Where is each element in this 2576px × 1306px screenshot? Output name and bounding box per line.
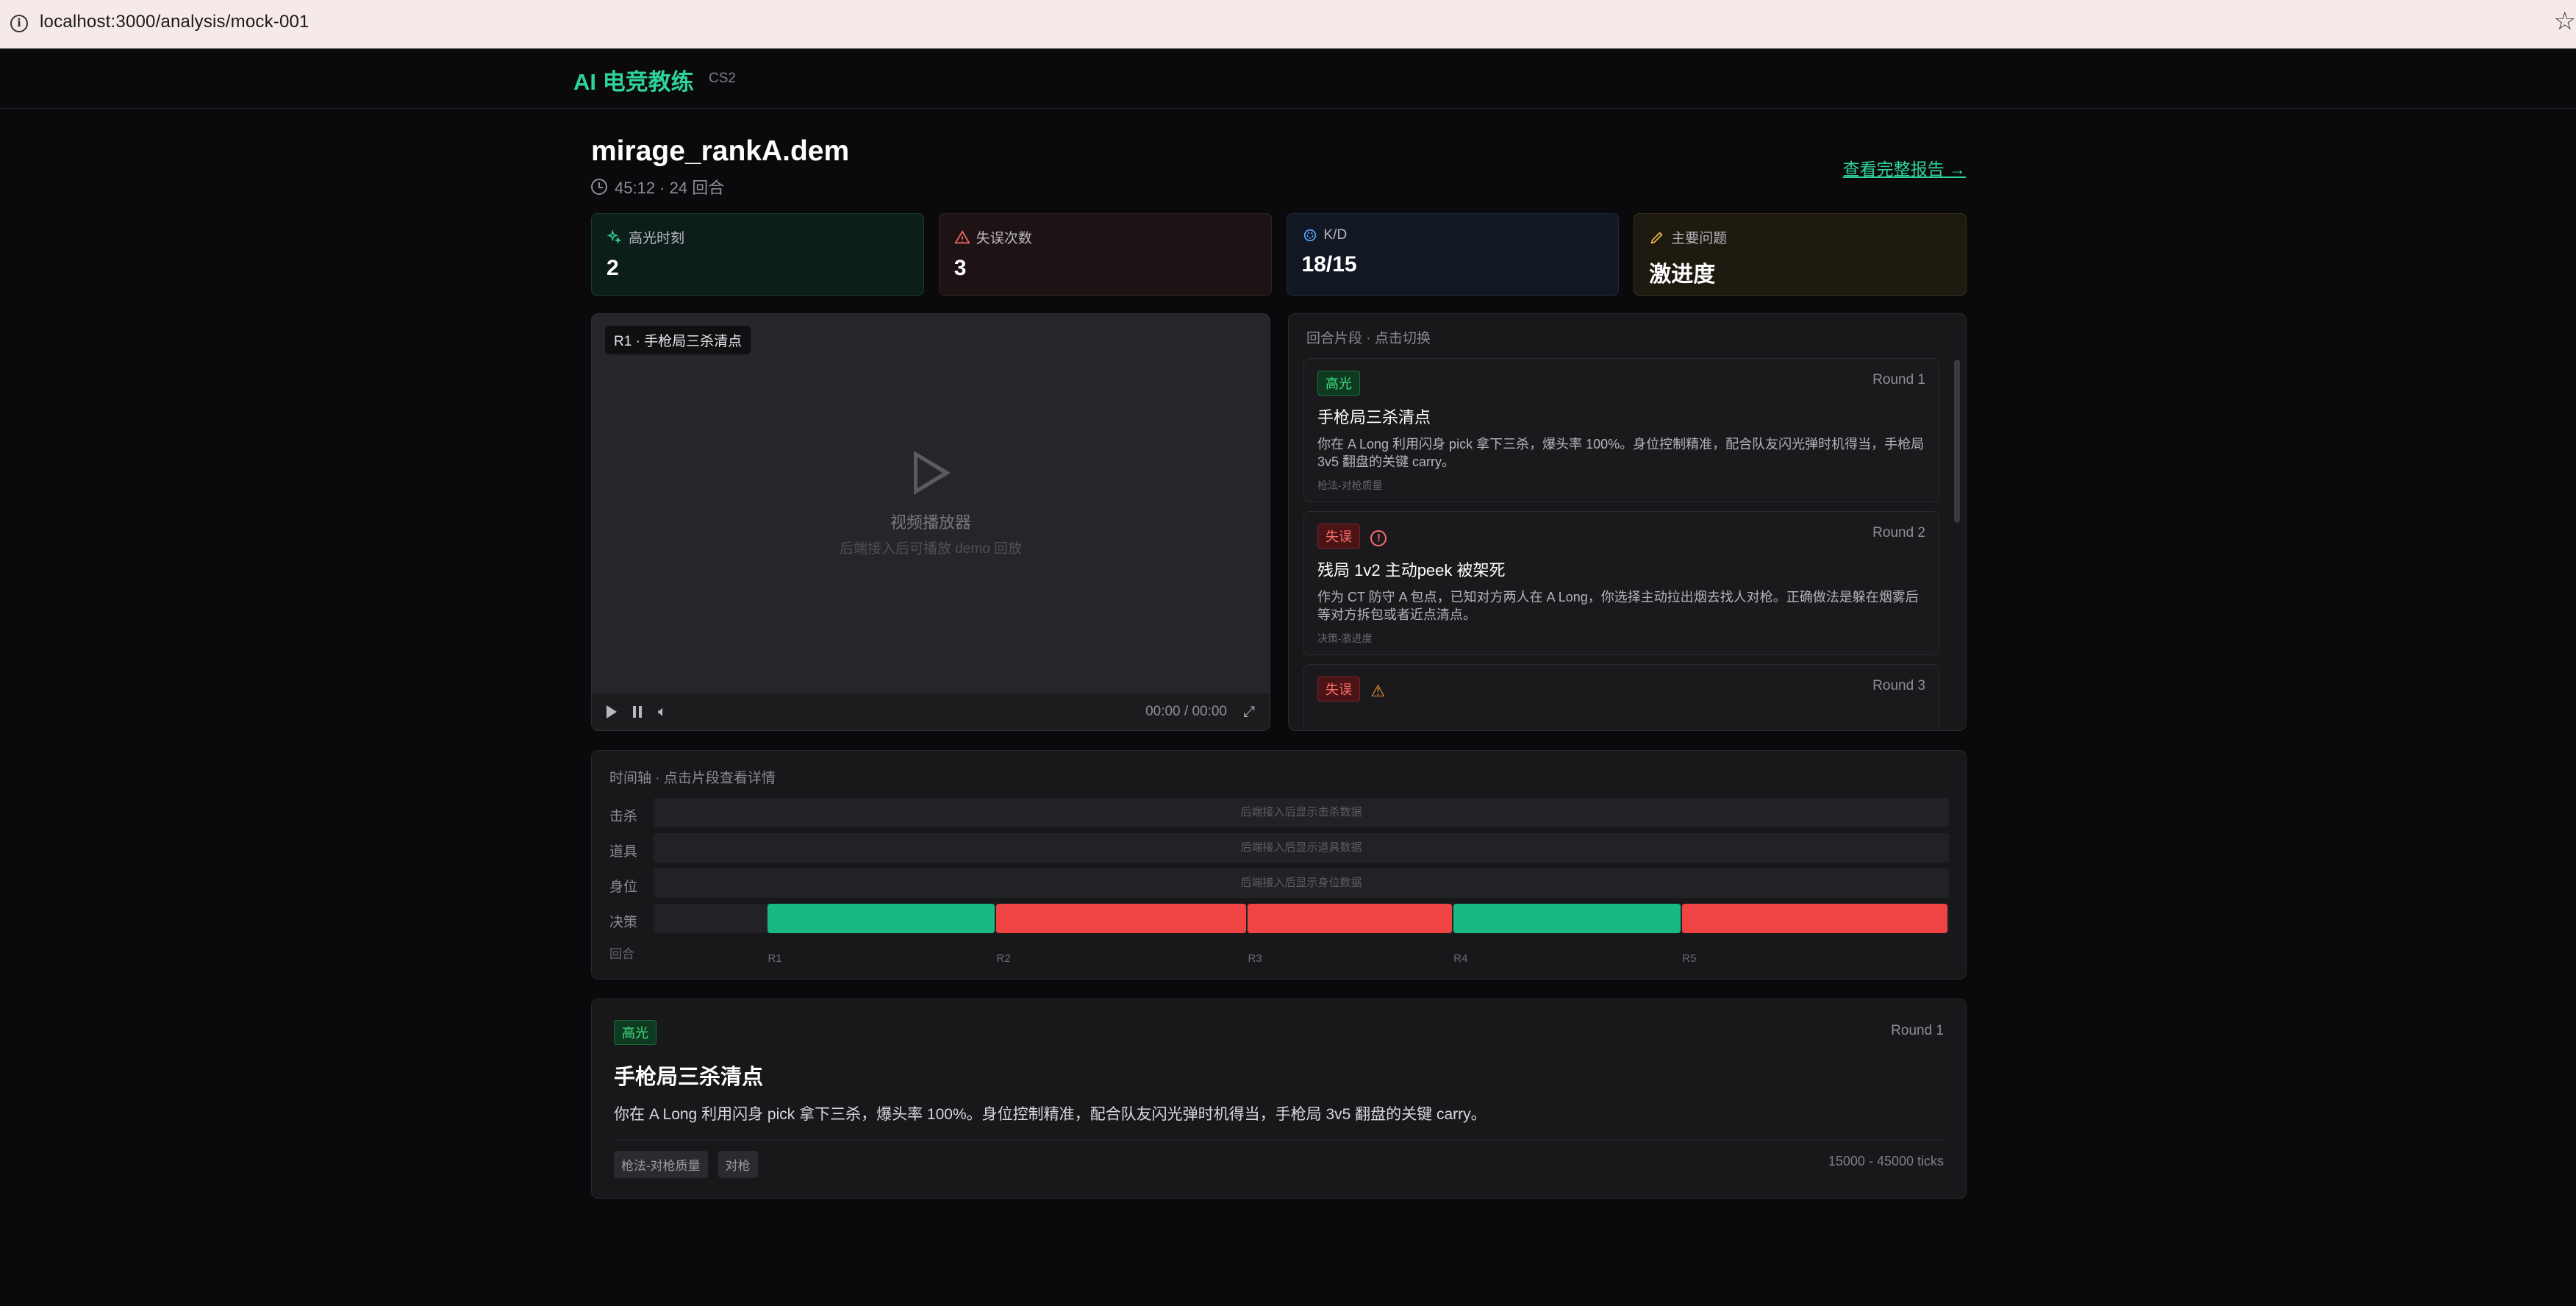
timeline-track-position[interactable]: 后端接入后显示身位数据 [654, 868, 1949, 898]
detail-description: 你在 A Long 利用闪身 pick 拿下三杀，爆头率 100%。身位控制精准… [614, 1106, 1486, 1123]
match-meta: 45:12 · 24 回合 [591, 175, 724, 199]
volume-icon[interactable]: 🔈︎ [658, 704, 667, 721]
pencil-icon [1650, 231, 1663, 243]
play-icon[interactable] [607, 705, 617, 718]
timeline-round-label: R2 [996, 952, 1011, 965]
timeline-round-label: R1 [768, 952, 782, 965]
timeline-segment-r1[interactable] [768, 904, 995, 933]
stat-card-mistakes: 失误次数 3 [938, 213, 1272, 296]
stat-value: 激进度 [1649, 263, 1716, 287]
match-meta-text: 45:12 · 24 回合 [615, 179, 725, 197]
app-header: AI 电竞教练 CS2 [0, 49, 2576, 109]
clips-scrollbar[interactable] [1954, 360, 1960, 523]
warning-icon: ⚠ [1370, 681, 1386, 700]
timeline-header: 时间轴 · 点击片段查看详情 [609, 771, 776, 786]
clips-header: 回合片段 · 点击切换 [1306, 331, 1431, 346]
video-time: 00:00 / 00:00 [1145, 704, 1227, 719]
video-controls: 🔈︎ 00:00 / 00:00 ⤢ [592, 693, 1270, 730]
tag-chip[interactable]: 对枪 [718, 1151, 758, 1178]
stat-card-kd: K/D 18/15 [1286, 213, 1620, 296]
clip-tag: 决策-激进度 [1317, 632, 1373, 644]
stat-label: 主要问题 [1671, 231, 1728, 246]
pause-icon[interactable] [633, 706, 642, 718]
timeline-row-label-kills: 击杀 [609, 809, 638, 824]
stat-value: 3 [954, 256, 967, 280]
fullscreen-icon[interactable]: ⤢ [1243, 704, 1255, 721]
page-title: mirage_rankA.dem [591, 135, 850, 167]
timeline-row-label-round: 回合 [609, 947, 634, 961]
clip-card[interactable]: 失误 ⚠ Round 3 [1303, 664, 1939, 730]
stat-card-main-issue: 主要问题 激进度 [1634, 213, 1967, 296]
bookmark-star-icon[interactable]: ☆ [2554, 9, 2576, 34]
timeline-segment-r3[interactable] [1248, 904, 1453, 933]
clip-round: Round 3 [1872, 678, 1925, 693]
stat-label: 失误次数 [976, 231, 1032, 246]
highlight-badge: 高光 [1317, 371, 1360, 396]
timeline-panel: 时间轴 · 点击片段查看详情 击杀 后端接入后显示击杀数据 道具 后端接入后显示… [591, 750, 1967, 980]
clock-icon [591, 179, 607, 195]
clips-panel: 回合片段 · 点击切换 高光 Round 1 手枪局三杀清点 你在 A Long… [1288, 313, 1967, 731]
stats-row: 高光时刻 2 失误次数 3 K/D 18/15 主要问题 激进度 [591, 213, 1967, 296]
tag-chip[interactable]: 枪法-对枪质量 [614, 1151, 708, 1178]
timeline-row-label-position: 身位 [609, 879, 638, 895]
stat-value: 2 [607, 256, 619, 280]
alert-circle-icon: ! [1370, 529, 1387, 546]
stat-label: K/D [1323, 227, 1348, 243]
play-large-icon-inner [917, 457, 942, 488]
clip-title: 手枪局三杀清点 [1317, 408, 1431, 427]
crosshair-icon [1303, 229, 1316, 242]
detail-title: 手枪局三杀清点 [614, 1066, 764, 1089]
timeline-track-utility[interactable]: 后端接入后显示道具数据 [654, 833, 1949, 863]
clip-detail-panel: 高光 Round 1 手枪局三杀清点 你在 A Long 利用闪身 pick 拿… [591, 999, 1967, 1199]
stat-card-highlights: 高光时刻 2 [591, 213, 924, 296]
game-label: CS2 [709, 71, 736, 86]
clip-description: 作为 CT 防守 A 包点，已知对方两人在 A Long，你选择主动拉出烟去找人… [1317, 590, 1919, 622]
timeline-row-label-utility: 道具 [609, 844, 638, 860]
video-placeholder-subtitle: 后端接入后可播放 demo 回放 [839, 541, 1023, 557]
timeline-segment-r4[interactable] [1453, 904, 1681, 933]
browser-address-bar: i localhost:3000/analysis/mock-001 ☆ [0, 0, 2576, 49]
highlight-badge: 高光 [614, 1020, 656, 1045]
timeline-track-kills[interactable]: 后端接入后显示击杀数据 [654, 798, 1949, 827]
detail-ticks: 15000 - 45000 ticks [1828, 1154, 1944, 1168]
clip-round: Round 1 [1872, 372, 1925, 388]
timeline-segment-r2[interactable] [996, 904, 1247, 933]
clip-card[interactable]: 高光 Round 1 手枪局三杀清点 你在 A Long 利用闪身 pick 拿… [1303, 358, 1939, 502]
sparkles-icon [607, 229, 622, 244]
video-player[interactable]: R1 · 手枪局三杀清点 视频播放器 后端接入后可播放 demo 回放 🔈︎ 0… [591, 313, 1270, 731]
timeline-round-label: R5 [1682, 952, 1697, 965]
timeline-round-label: R4 [1453, 952, 1468, 965]
timeline-segment-r5[interactable] [1682, 904, 1947, 933]
timeline-round-label: R3 [1248, 952, 1262, 965]
timeline-row-label-decision: 决策 [609, 915, 638, 930]
mistake-badge: 失误 [1317, 677, 1360, 702]
divider [614, 1140, 1944, 1141]
clip-description: 你在 A Long 利用闪身 pick 拿下三杀，爆头率 100%。身位控制精准… [1317, 437, 1925, 469]
full-report-link[interactable]: 查看完整报告 → [1843, 155, 1966, 180]
stat-value: 18/15 [1301, 252, 1357, 276]
video-clip-tag: R1 · 手枪局三杀清点 [605, 326, 751, 354]
url-text[interactable]: localhost:3000/analysis/mock-001 [40, 12, 310, 32]
stat-label: 高光时刻 [629, 231, 685, 246]
video-placeholder-title: 视频播放器 [890, 513, 971, 532]
detail-round: Round 1 [1891, 1023, 1944, 1038]
clip-round: Round 2 [1872, 525, 1925, 540]
clip-card[interactable]: 失误 ! Round 2 残局 1v2 主动peek 被架死 作为 CT 防守 … [1303, 511, 1939, 655]
brand-logo[interactable]: AI 电竞教练 [573, 63, 694, 96]
site-info-icon[interactable]: i [10, 15, 28, 32]
mistake-badge: 失误 [1317, 524, 1360, 549]
warning-icon [954, 229, 970, 243]
detail-tags: 枪法-对枪质量 对枪 [614, 1151, 758, 1178]
clip-title: 残局 1v2 主动peek 被架死 [1317, 561, 1506, 579]
clip-tag: 枪法-对枪质量 [1317, 479, 1383, 491]
timeline-track-decision[interactable] [654, 904, 1949, 933]
